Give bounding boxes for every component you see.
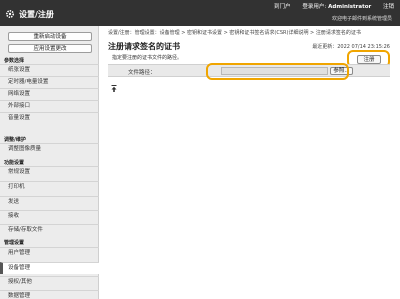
sidebar: 重新启动设备 应用设置更改 参数选择 纸张设置 定时器/电量设置 网络设置 外部… — [0, 26, 99, 299]
section-adjust-maintenance: 调整/维护 — [4, 137, 26, 143]
sidebar-item-data-management[interactable]: 数据管理 — [0, 290, 99, 299]
sidebar-item-external-interface[interactable]: 外部接口 — [0, 100, 99, 112]
apply-settings-button[interactable]: 应用设置更改 — [8, 44, 92, 53]
to-top-arrow-icon[interactable] — [111, 85, 117, 92]
last-updated: 最近更新：2022 07/14 23:15:26 — [312, 43, 390, 50]
page-title: 注册请求签名的证书 — [108, 42, 180, 51]
sidebar-item-paper-settings[interactable]: 纸张设置 — [0, 64, 99, 76]
sidebar-item-user-management[interactable]: 用户管理 — [0, 247, 99, 259]
login-user-name: Administrator — [328, 4, 372, 10]
restart-device-button[interactable]: 重新启动设备 — [8, 32, 92, 41]
section-preferences: 参数选择 — [4, 58, 25, 64]
gear-icon — [5, 9, 15, 19]
breadcrumb[interactable]: 设置/注册：管理设置：设备管理 > 密钥和证书设置 > 密钥和证书签名请求(CS… — [108, 29, 361, 36]
main-content: 设置/注册：管理设置：设备管理 > 密钥和证书设置 > 密钥和证书签名请求(CS… — [99, 26, 400, 299]
description-text: 指定要注册的证书文件的路径。 — [112, 55, 183, 61]
sidebar-item-network[interactable]: 网络设置 — [0, 88, 99, 100]
sidebar-item-volume[interactable]: 音量设置 — [0, 112, 99, 124]
sidebar-item-printer[interactable]: 打印机 — [0, 181, 99, 193]
sidebar-item-timer-energy[interactable]: 定时器/电量设置 — [0, 76, 99, 88]
sidebar-item-common[interactable]: 常规设置 — [0, 166, 99, 178]
sidebar-item-receive[interactable]: 接收 — [0, 210, 99, 222]
app-title: 设置/注册 — [19, 10, 54, 19]
sidebar-item-license-other[interactable]: 授权/其他 — [0, 276, 99, 288]
top-bar: 设置/注册 到门户 登录用户: Administrator 注销 欢迎电子邮件到系… — [0, 0, 400, 26]
sidebar-item-image-quality[interactable]: 调整图像质量 — [0, 143, 99, 155]
welcome-link[interactable]: 欢迎电子邮件到系统管理员 — [332, 15, 392, 22]
register-button[interactable]: 注册 — [357, 55, 381, 64]
sidebar-item-send[interactable]: 发送 — [0, 196, 99, 208]
login-user-label: 登录用户: — [302, 4, 327, 10]
section-function-settings: 功能设置 — [4, 160, 25, 166]
top-links: 到门户 登录用户: Administrator 注销 — [264, 2, 394, 10]
section-management: 管理设置 — [4, 240, 25, 246]
last-updated-label: 最近更新： — [312, 44, 338, 50]
portal-link[interactable]: 到门户 — [274, 4, 291, 10]
sidebar-item-device-management[interactable]: 设备管理 — [0, 262, 99, 274]
file-input-highlight-ring — [206, 63, 349, 80]
logout-link[interactable]: 注销 — [383, 4, 394, 10]
file-path-label: 文件路径： — [128, 70, 156, 76]
sidebar-item-store-access[interactable]: 存储/存取文件 — [0, 224, 99, 236]
